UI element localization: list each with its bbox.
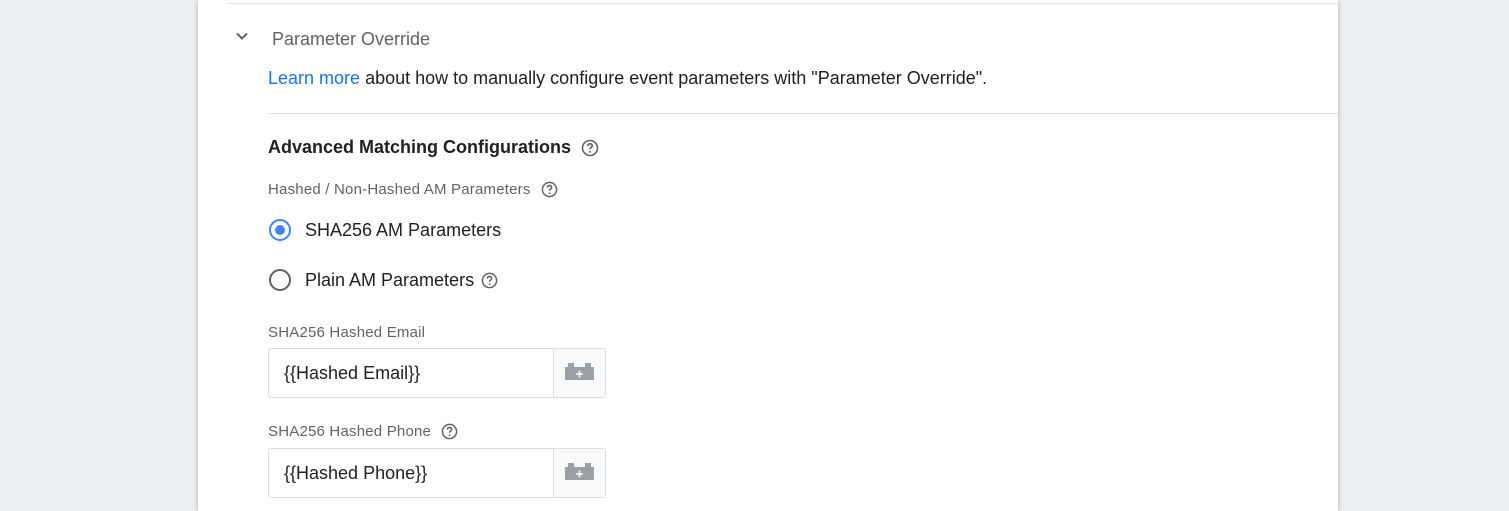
hashed-email-input[interactable] xyxy=(269,349,553,397)
radio-button-unchecked[interactable] xyxy=(269,269,291,291)
help-circle-icon[interactable] xyxy=(441,423,458,440)
add-variable-icon xyxy=(565,362,594,385)
hashed-phone-input[interactable] xyxy=(269,449,553,497)
collapse-toggle[interactable] xyxy=(232,26,252,46)
radio-label: SHA256 AM Parameters xyxy=(305,219,502,240)
divider xyxy=(228,3,1338,4)
chevron-down-icon[interactable] xyxy=(232,26,252,46)
advanced-matching-heading-text: Advanced Matching Configurations xyxy=(268,137,572,157)
learn-more-text: Learn more about how to manually configu… xyxy=(268,68,987,89)
help-circle-icon[interactable] xyxy=(481,272,498,289)
add-variable-icon xyxy=(565,462,594,485)
learn-more-description: about how to manually configure event pa… xyxy=(360,68,988,88)
divider xyxy=(268,113,1338,114)
advanced-matching-heading: Advanced Matching Configurations xyxy=(268,137,599,158)
radio-plain[interactable]: Plain AM Parameters xyxy=(269,269,498,291)
hashed-phone-label-text: SHA256 Hashed Phone xyxy=(268,423,432,440)
learn-more-link[interactable]: Learn more xyxy=(268,68,360,88)
radio-button-checked[interactable] xyxy=(269,219,291,241)
hashed-email-label-text: SHA256 Hashed Email xyxy=(268,324,426,341)
hashed-parameters-label: Hashed / Non-Hashed AM Parameters xyxy=(268,181,558,198)
hashed-email-label: SHA256 Hashed Email xyxy=(268,324,425,341)
hashed-parameters-label-text: Hashed / Non-Hashed AM Parameters xyxy=(268,181,531,198)
tag-configuration-panel: Parameter Override Learn more about how … xyxy=(198,0,1338,511)
radio-label: Plain AM Parameters xyxy=(305,269,475,290)
hashed-email-field xyxy=(268,348,606,398)
hashed-phone-label: SHA256 Hashed Phone xyxy=(268,423,458,440)
help-circle-icon[interactable] xyxy=(581,139,599,157)
help-circle-icon[interactable] xyxy=(541,181,558,198)
hashed-phone-field xyxy=(268,448,606,498)
section-title: Parameter Override xyxy=(272,29,431,49)
add-variable-button[interactable] xyxy=(553,449,605,497)
radio-sha256[interactable]: SHA256 AM Parameters xyxy=(269,219,501,241)
add-variable-button[interactable] xyxy=(553,349,605,397)
